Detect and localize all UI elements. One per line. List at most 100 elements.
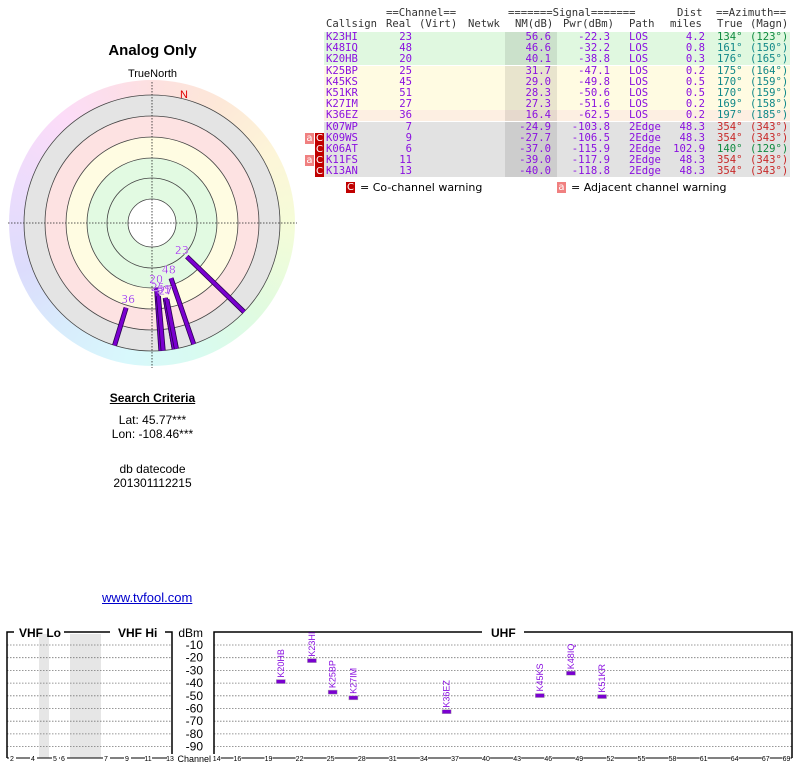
azimuth-true: 161° — [717, 42, 743, 55]
adjacent-channel-warning-icon: a — [305, 132, 314, 144]
x-tick-label: 43 — [513, 756, 521, 763]
real-channel: 23 — [399, 31, 412, 43]
station-marker — [307, 658, 317, 663]
station-marker-label: K36EZ — [442, 680, 452, 708]
distance: 102.9 — [673, 143, 705, 155]
adjacent-channel-warning-icon: a — [305, 155, 314, 167]
power: -50.6 — [578, 87, 610, 99]
azimuth-true: 134° — [717, 31, 743, 43]
latitude: Lat: 45.77*** — [118, 413, 187, 427]
real-channel: 20 — [399, 53, 412, 66]
path: LOS — [629, 109, 649, 122]
co-channel-warning-icon: C — [315, 166, 324, 178]
real-channel: 11 — [399, 154, 412, 167]
x-tick-label: 49 — [575, 756, 583, 763]
signal-label: 23 — [175, 244, 189, 257]
azimuth-true: 170° — [717, 75, 743, 88]
real-channel: 6 — [405, 143, 412, 155]
noise-margin: 56.6 — [525, 31, 551, 43]
callsign: K13AN — [326, 165, 358, 178]
azimuth-true: 169° — [717, 98, 743, 111]
path: 2Edge — [629, 131, 661, 144]
path: LOS — [629, 75, 649, 88]
azimuth-magnetic: (159°) — [750, 87, 789, 99]
azimuth-true: 176° — [717, 53, 743, 66]
x-tick-label: 67 — [762, 756, 770, 763]
noise-margin: -40.0 — [519, 165, 551, 178]
noise-margin: 16.4 — [525, 109, 551, 122]
power: -117.9 — [571, 154, 610, 167]
distance: 0.8 — [685, 42, 705, 55]
path: LOS — [629, 42, 649, 55]
real-channel: 45 — [399, 75, 412, 88]
distance: 48.3 — [679, 154, 705, 167]
x-tick-label: 40 — [482, 756, 490, 763]
db-datecode-label: db datecode — [119, 462, 186, 476]
noise-margin: 40.1 — [525, 53, 551, 66]
panel-uhf: UHF — [491, 626, 516, 640]
station-row[interactable]: K13AN 13 -40.0 -118.8 2Edge 48.3 354° (343°) — [324, 165, 790, 179]
x-tick-label: 14 — [213, 756, 221, 763]
distance: 0.2 — [685, 64, 705, 77]
x-tick-label: 22 — [296, 756, 304, 763]
azimuth-magnetic: (129°) — [750, 143, 789, 155]
azimuth-magnetic: (343°) — [750, 165, 789, 178]
header-path: Path — [629, 18, 655, 30]
x-tick-label: 31 — [389, 756, 397, 763]
spectrum-chart: VHF Lo VHF Hi UHF dBm Channel -10-20-30-… — [6, 626, 793, 764]
callsign: K25BP — [326, 64, 358, 77]
header-netwk: Netwk — [468, 18, 500, 30]
path: LOS — [629, 53, 649, 66]
callsign: K11FS — [326, 154, 358, 167]
power: -22.3 — [578, 31, 610, 43]
noise-margin: -24.9 — [519, 120, 551, 133]
callsign: K45KS — [326, 75, 358, 88]
azimuth-magnetic: (343°) — [750, 120, 789, 133]
x-tick-label: 46 — [544, 756, 552, 763]
x-tick-label: 13 — [166, 756, 174, 763]
power: -38.8 — [578, 53, 610, 66]
x-tick-label: 7 — [104, 756, 108, 763]
power: -115.9 — [571, 143, 610, 155]
co-channel-badge: C — [346, 182, 355, 193]
real-channel: 25 — [399, 64, 412, 77]
distance: 0.3 — [685, 53, 705, 66]
signal-label: 48 — [162, 264, 176, 277]
real-channel: 9 — [405, 131, 412, 144]
real-channel: 13 — [399, 165, 412, 178]
x-tick-label: 52 — [606, 756, 614, 763]
distance: 48.3 — [679, 131, 705, 144]
noise-margin: -37.0 — [519, 143, 551, 155]
panel-vhf-hi: VHF Hi — [118, 626, 157, 640]
callsign: K20HB — [326, 53, 358, 66]
adjacent-channel-badge: a — [557, 182, 566, 193]
station-marker — [327, 689, 338, 695]
x-tick-label: 19 — [265, 756, 273, 763]
station-marker-label: K20HB — [276, 649, 286, 678]
x-tick-label: 58 — [669, 756, 677, 763]
x-tick-label: 11 — [144, 756, 151, 763]
search-criteria-heading: Search Criteria — [109, 391, 196, 405]
callsign: K51KR — [326, 87, 358, 99]
callsign: K09WS — [326, 131, 358, 144]
azimuth-magnetic: (185°) — [750, 109, 789, 122]
azimuth-true: 354° — [717, 120, 743, 133]
azimuth-magnetic: (165°) — [750, 53, 789, 66]
x-tick-label: 6 — [61, 756, 65, 763]
header-magn: (Magn) — [750, 18, 789, 30]
azimuth-magnetic: (164°) — [750, 64, 789, 77]
tvfool-link[interactable]: www.tvfool.com — [102, 590, 192, 605]
distance: 4.2 — [685, 31, 705, 43]
station-marker-label: K27IM — [348, 668, 358, 694]
distance: 0.2 — [685, 98, 705, 111]
x-tick-label: 5 — [53, 756, 57, 763]
co-channel-warning-icon: C — [315, 144, 324, 155]
azimuth-magnetic: (159°) — [750, 75, 789, 88]
longitude: Lon: -108.46*** — [111, 427, 194, 441]
real-channel: 27 — [399, 98, 412, 111]
station-marker-label: K23HI — [307, 632, 317, 657]
path: LOS — [629, 87, 649, 99]
y-tick-label: -90 — [186, 740, 204, 754]
noise-margin: -39.0 — [519, 154, 551, 167]
station-marker — [597, 694, 607, 699]
